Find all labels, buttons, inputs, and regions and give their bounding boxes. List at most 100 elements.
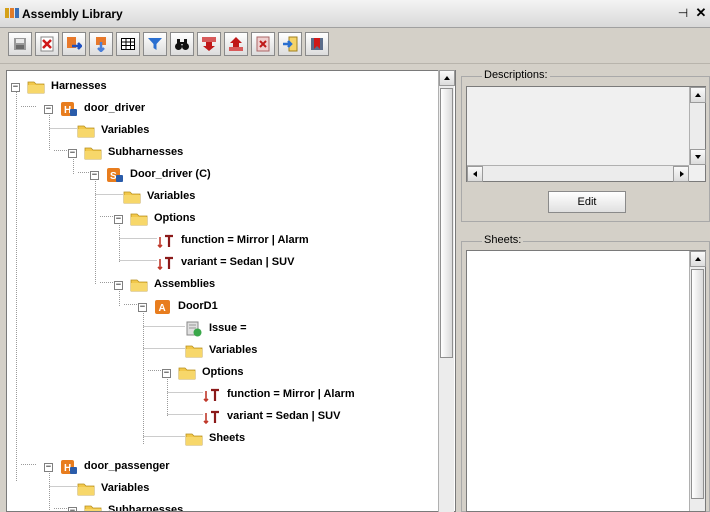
tree-node[interactable]: Variables — [7, 480, 437, 500]
collapse-toggle-icon[interactable]: − — [68, 507, 77, 511]
tree-node[interactable]: − Options — [7, 364, 437, 384]
bookmark-button[interactable] — [305, 32, 329, 56]
tree-node[interactable]: − Assemblies — [7, 276, 437, 296]
tree-node[interactable]: Sheets — [7, 430, 437, 450]
tree-node[interactable]: − Options — [7, 210, 437, 230]
tree-node[interactable]: − Subharnesses — [7, 144, 437, 164]
arrow-right-icon — [680, 171, 684, 177]
tree-node-label[interactable]: Variables — [101, 482, 149, 494]
sheets-list[interactable] — [466, 250, 706, 512]
descriptions-hscroll[interactable] — [467, 165, 689, 182]
collapse-toggle-icon[interactable]: − — [114, 281, 123, 290]
tree-node[interactable]: − Subharnesses — [7, 502, 437, 511]
tree-node-label[interactable]: DoorD1 — [178, 300, 218, 312]
funnel-icon — [148, 38, 162, 50]
tree-node[interactable]: variant = Sedan | SUV — [7, 254, 437, 274]
svg-text:S: S — [110, 171, 117, 182]
arrow-down-icon — [695, 155, 701, 159]
desc-scroll-up-button[interactable] — [690, 87, 706, 103]
tree-node-label[interactable]: function = Mirror | Alarm — [227, 388, 355, 400]
tree-node-label[interactable]: Variables — [209, 344, 257, 356]
tree-node-label[interactable]: Variables — [147, 190, 195, 202]
tree-node-label[interactable]: Subharnesses — [108, 504, 183, 511]
collapse-toggle-icon[interactable]: − — [44, 463, 53, 472]
pane-splitter[interactable] — [456, 70, 460, 512]
window-title: Assembly Library — [22, 7, 123, 21]
tree-node[interactable]: − A DoorD1 — [7, 298, 437, 318]
folder-icon — [130, 277, 148, 293]
tree-node[interactable]: Issue = — [7, 320, 437, 340]
harness-lock-icon: H — [60, 101, 78, 117]
folder-icon — [84, 503, 102, 511]
tree-node-label[interactable]: Assemblies — [154, 278, 215, 290]
collapse-toggle-icon[interactable]: − — [138, 303, 147, 312]
binoculars-icon — [175, 39, 189, 50]
tree-node[interactable]: − Hdoor_driver — [7, 100, 437, 120]
tree-scrollbar[interactable] — [438, 70, 455, 512]
tree-node-label[interactable]: Subharnesses — [108, 146, 183, 158]
folder-icon — [77, 481, 95, 497]
pin-icon[interactable]: ⊣ — [676, 6, 690, 22]
collapse-toggle-icon[interactable]: − — [68, 149, 77, 158]
descriptions-field[interactable] — [466, 86, 706, 182]
collapse-toggle-icon[interactable]: − — [44, 105, 53, 114]
tree-node[interactable]: − Harnesses — [7, 78, 437, 98]
tree-node-label[interactable]: Sheets — [209, 432, 245, 444]
collapse-toggle-icon[interactable]: − — [114, 215, 123, 224]
tree-node-label[interactable]: Options — [154, 212, 196, 224]
tree-node-label[interactable]: door_passenger — [84, 460, 170, 472]
descriptions-vscroll[interactable] — [689, 87, 706, 165]
grid-view-button[interactable] — [116, 32, 140, 56]
descriptions-title: Descriptions: — [482, 69, 550, 81]
tree-node[interactable]: − S Door_driver (C) — [7, 166, 437, 186]
collapse-toggle-icon[interactable]: − — [11, 83, 20, 92]
export-button[interactable] — [89, 32, 113, 56]
harness-lock-icon: H — [60, 459, 78, 475]
tree-node-label[interactable]: Issue = — [209, 322, 247, 334]
scroll-up-button[interactable] — [439, 70, 455, 86]
edit-button[interactable]: Edit — [548, 191, 626, 213]
tree-node-label[interactable]: door_driver — [84, 102, 145, 114]
sheets-scroll-up-button[interactable] — [690, 251, 706, 267]
folder-icon — [130, 211, 148, 227]
tree-node[interactable]: − Hdoor_passenger — [7, 458, 437, 478]
disk-icon — [14, 38, 26, 50]
tree-node[interactable]: variant = Sedan | SUV — [7, 408, 437, 428]
tree-node[interactable]: function = Mirror | Alarm — [7, 232, 437, 252]
save-button[interactable] — [8, 32, 32, 56]
tree-node[interactable]: Variables — [7, 342, 437, 362]
folder-icon — [77, 123, 95, 139]
close-icon[interactable]: ✕ — [694, 5, 708, 21]
tree-node-label[interactable]: function = Mirror | Alarm — [181, 234, 309, 246]
tree-node-label[interactable]: Door_driver (C) — [130, 168, 211, 180]
tree-node-label[interactable]: Harnesses — [51, 80, 107, 92]
tree-node[interactable]: Variables — [7, 188, 437, 208]
sheets-scrollbar[interactable] — [689, 251, 706, 511]
scroll-thumb[interactable] — [440, 88, 453, 358]
collapse-toggle-icon[interactable]: − — [162, 369, 171, 378]
red-x-icon — [40, 36, 54, 52]
import-arrow-icon — [67, 37, 82, 50]
tree-node[interactable]: Variables — [7, 122, 437, 142]
tree-node-label[interactable]: Options — [202, 366, 244, 378]
tree-node[interactable]: function = Mirror | Alarm — [7, 386, 437, 406]
insert-button[interactable] — [278, 32, 302, 56]
collapse-toggle-icon[interactable]: − — [90, 171, 99, 180]
desc-scroll-left-button[interactable] — [467, 166, 483, 182]
desc-scroll-right-button[interactable] — [673, 166, 689, 182]
tree-node-label[interactable]: variant = Sedan | SUV — [181, 256, 294, 268]
find-button[interactable] — [170, 32, 194, 56]
tree-node-label[interactable]: Variables — [101, 124, 149, 136]
move-up-button[interactable] — [224, 32, 248, 56]
move-down-button[interactable] — [197, 32, 221, 56]
option-icon — [157, 255, 175, 271]
tree-node-label[interactable]: variant = Sedan | SUV — [227, 410, 340, 422]
delete-button[interactable] — [35, 32, 59, 56]
assembly-tree[interactable]: − Harnesses − Hdoor_driver Variables − Subharn… — [6, 70, 456, 512]
filter-button[interactable] — [143, 32, 167, 56]
sheets-scroll-thumb[interactable] — [691, 269, 704, 499]
desc-scroll-down-button[interactable] — [690, 149, 706, 165]
folder-icon — [185, 431, 203, 447]
remove-button[interactable] — [251, 32, 275, 56]
import-button[interactable] — [62, 32, 86, 56]
